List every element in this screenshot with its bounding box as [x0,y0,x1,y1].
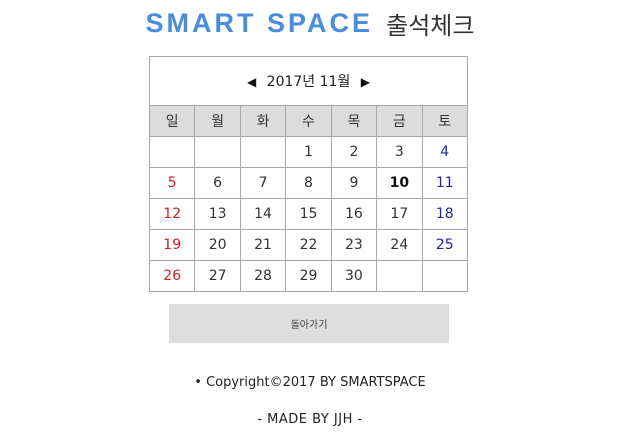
day-cell: 23 [330,229,378,261]
day-cell: 26 [148,260,196,292]
day-cell-today: 10 [376,167,423,199]
day-cell: 21 [239,229,287,261]
day-cell: 30 [330,260,378,292]
day-cell: 2 [330,136,378,168]
calendar-week-row: 5 6 7 8 9 10 11 [148,167,469,199]
prev-month-icon[interactable]: ◀ [241,75,262,89]
weekday-mon: 월 [194,105,241,137]
calendar-week-row: 1 2 3 4 [148,136,469,168]
calendar-title-row: ◀ 2017년 11월 ▶ [149,56,468,106]
day-cell: 15 [285,198,332,230]
day-cell: 22 [285,229,332,261]
day-cell [194,136,241,168]
day-cell: 18 [421,198,469,230]
weekday-thu: 목 [330,105,378,137]
day-cell: 28 [239,260,287,292]
day-cell: 14 [239,198,287,230]
calendar-week-row: 26 27 28 29 30 [148,260,469,292]
made-by-text: - MADE BY JJH - [257,412,363,427]
back-button[interactable]: 돌아가기 [169,304,449,343]
calendar-week-row: 12 13 14 15 16 17 18 [148,198,469,230]
brand-title: SMART SPACE [145,8,374,38]
calendar-week-row: 19 20 21 22 23 24 25 [148,229,469,261]
page-header: SMART SPACE 출석체크 [0,6,620,41]
weekday-wed: 수 [285,105,332,137]
next-month-icon[interactable]: ▶ [355,75,376,89]
weekday-fri: 금 [376,105,423,137]
weekday-sun: 일 [148,105,196,137]
day-cell: 17 [376,198,423,230]
day-cell: 25 [421,229,469,261]
day-cell: 13 [194,198,241,230]
weekday-tue: 화 [239,105,287,137]
day-cell: 5 [148,167,196,199]
calendar-title-cell: ◀ 2017년 11월 ▶ [149,56,468,106]
day-cell: 7 [239,167,287,199]
day-cell: 11 [421,167,469,199]
day-cell [376,260,423,292]
page-subtitle: 출석체크 [386,12,475,40]
month-label: 2017년 11월 [266,74,351,90]
day-cell: 1 [285,136,332,168]
attendance-calendar: ◀ 2017년 11월 ▶ 일 월 화 수 목 금 토 1 2 3 4 5 6 … [148,56,469,292]
day-cell: 19 [148,229,196,261]
day-cell: 4 [421,136,469,168]
day-cell: 8 [285,167,332,199]
day-cell: 27 [194,260,241,292]
day-cell [239,136,287,168]
day-cell: 9 [330,167,378,199]
day-cell: 12 [148,198,196,230]
day-cell: 3 [376,136,423,168]
day-cell: 29 [285,260,332,292]
weekday-header-row: 일 월 화 수 목 금 토 [148,105,469,137]
day-cell: 6 [194,167,241,199]
day-cell [421,260,469,292]
day-cell [148,136,196,168]
day-cell: 20 [194,229,241,261]
weekday-sat: 토 [421,105,469,137]
copyright-text: • Copyright©2017 BY SMARTSPACE [194,375,426,390]
day-cell: 16 [330,198,378,230]
day-cell: 24 [376,229,423,261]
